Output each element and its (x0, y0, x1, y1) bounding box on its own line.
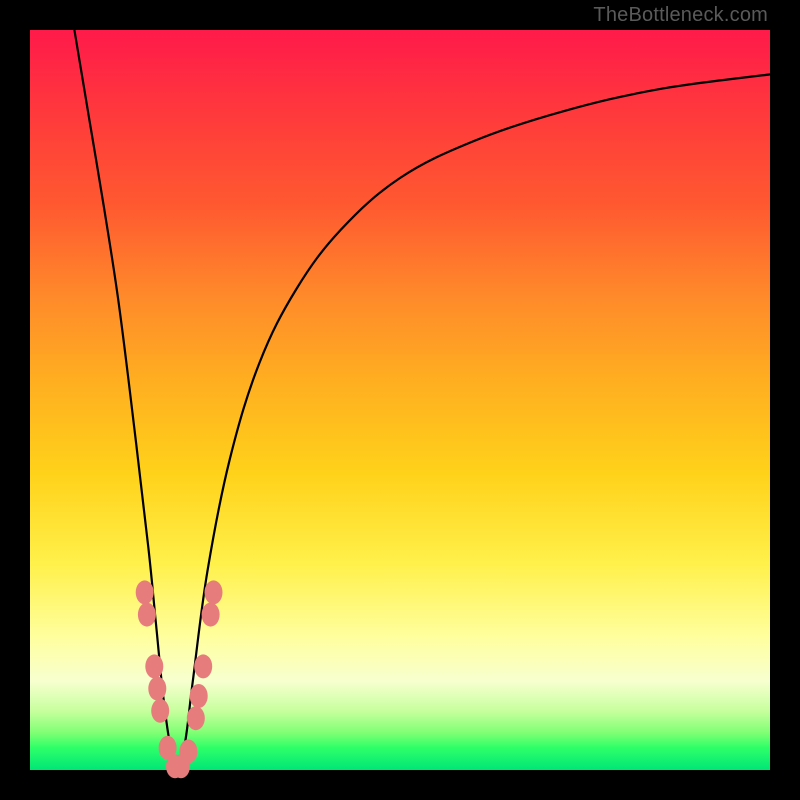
plot-area (30, 30, 770, 770)
data-point (202, 603, 220, 627)
bottleneck-curve (74, 30, 770, 770)
data-point (194, 654, 212, 678)
data-points (136, 580, 223, 778)
data-point (205, 580, 223, 604)
data-point (148, 677, 166, 701)
data-point (151, 699, 169, 723)
data-point (190, 684, 208, 708)
data-point (179, 740, 197, 764)
data-point (138, 603, 156, 627)
watermark-text: TheBottleneck.com (593, 4, 768, 27)
data-point (136, 580, 154, 604)
data-point (187, 706, 205, 730)
data-point (145, 654, 163, 678)
chart-root: TheBottleneck.com (0, 0, 800, 800)
chart-svg (30, 30, 770, 770)
